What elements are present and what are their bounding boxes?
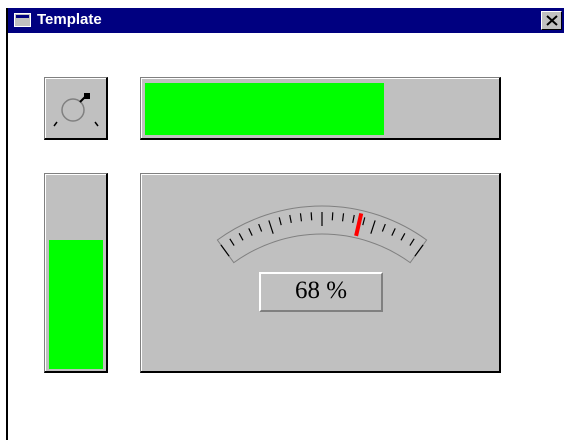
gauge-tick [310, 212, 313, 221]
window-title: Template [37, 11, 102, 28]
close-icon [546, 15, 558, 26]
gauge-tick [331, 212, 334, 221]
vertical-bar-fill [49, 239, 103, 369]
horizontal-progress-bar [140, 77, 501, 140]
vertical-progress-bar [44, 173, 108, 373]
vertical-bar-track [49, 179, 103, 369]
title-bar[interactable]: Template [8, 8, 564, 33]
close-button[interactable] [541, 11, 562, 30]
gauge-readout-value: 68 % [294, 277, 348, 304]
knob-icon [53, 93, 99, 127]
gauge-panel: 68 % [140, 173, 501, 373]
window-icon[interactable] [14, 13, 31, 27]
horizontal-bar-track [145, 83, 496, 135]
horizontal-bar-fill [145, 83, 384, 135]
gauge-readout: 68 % [259, 272, 383, 312]
knob-button[interactable] [44, 77, 108, 140]
